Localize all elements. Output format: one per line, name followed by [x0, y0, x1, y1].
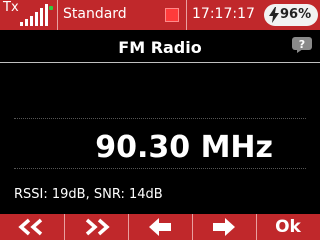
status-bar: Tx Standard 17:17:17 96% [0, 0, 320, 30]
charging-bolt-icon [269, 7, 279, 23]
arrow-right-icon [213, 218, 235, 236]
tune-down-button[interactable] [128, 214, 192, 240]
clock: 17:17:17 [192, 6, 255, 22]
tx-label: Tx [3, 0, 19, 15]
signal-info: RSSI: 19dB, SNR: 14dB [14, 187, 163, 202]
ok-label: Ok [275, 217, 301, 237]
frequency-display: 90.30 MHz [95, 130, 273, 165]
seek-back-button[interactable] [0, 214, 64, 240]
dotted-divider-top [14, 118, 306, 119]
seek-forward-button[interactable] [64, 214, 128, 240]
model-name[interactable]: Standard [63, 6, 127, 22]
stop-square-icon [165, 8, 179, 22]
double-chevron-right-icon [85, 218, 110, 236]
tx-signal-indicator: Tx [0, 0, 55, 30]
tune-up-button[interactable] [192, 214, 256, 240]
double-chevron-left-icon [18, 218, 43, 236]
battery-percent: 96% [280, 7, 312, 22]
link-status-dot [49, 6, 53, 10]
dotted-divider-bottom [14, 168, 306, 169]
battery-indicator: 96% [264, 4, 318, 26]
arrow-left-icon [149, 218, 171, 236]
bottom-button-bar: Ok [0, 214, 320, 240]
ok-button[interactable]: Ok [256, 214, 320, 240]
page-title: FM Radio [118, 38, 202, 57]
title-divider [0, 62, 320, 63]
svg-text:?: ? [299, 38, 305, 51]
help-question-icon[interactable]: ? [292, 37, 312, 53]
